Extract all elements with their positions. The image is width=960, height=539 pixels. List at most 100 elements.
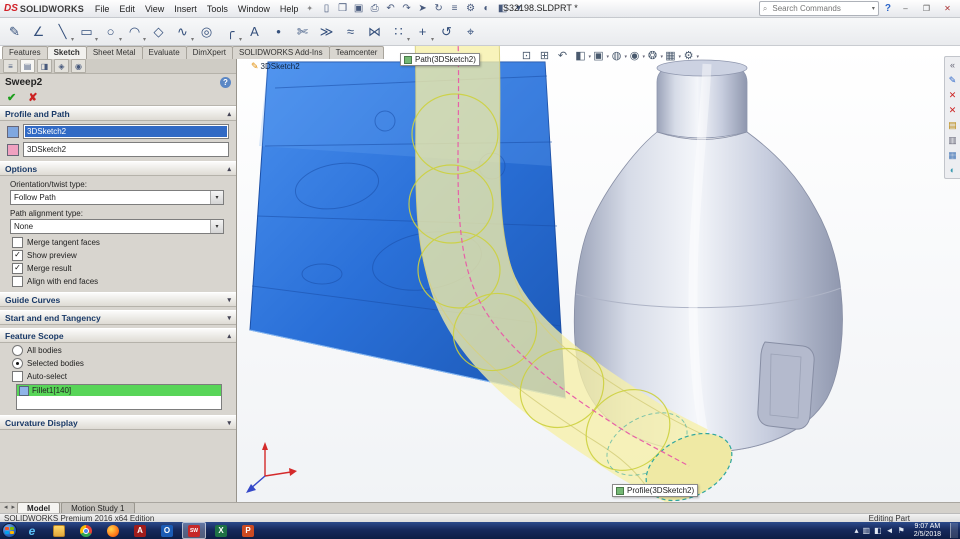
power-tray-icon[interactable]: ▥ bbox=[863, 526, 871, 535]
design-library-icon[interactable]: ▤ bbox=[948, 120, 957, 130]
mirror-entities-icon[interactable]: ⋈ bbox=[363, 20, 386, 43]
appearance-icon[interactable]: ◐ bbox=[479, 2, 494, 16]
radio-dot[interactable] bbox=[12, 358, 23, 369]
view-palette-icon[interactable]: ▦ bbox=[948, 150, 957, 160]
start-button[interactable] bbox=[2, 523, 17, 538]
section-profile-and-path[interactable]: Profile and Path ▴ bbox=[0, 106, 236, 121]
menu-item[interactable]: Insert bbox=[169, 2, 202, 16]
taskbar-firefox[interactable] bbox=[101, 522, 125, 539]
polygon-icon[interactable]: ◇ bbox=[147, 20, 170, 43]
collapse-taskpane-icon[interactable]: « bbox=[950, 60, 955, 70]
path-callout[interactable]: Path(3DSketch2) bbox=[400, 53, 480, 66]
graphics-area[interactable]: ⊡⊞↶◧▣◍◉❂▦⚙ ✎ 3DSketch2 Path(3DSketch2) P… bbox=[237, 46, 960, 502]
menu-item[interactable]: View bbox=[140, 2, 169, 16]
checkbox-box[interactable] bbox=[12, 237, 23, 248]
redo-icon[interactable]: ↷ bbox=[399, 2, 414, 16]
section-start-end-tangency[interactable]: Start and end Tangency ▾ bbox=[0, 310, 236, 325]
selected-bodies-radio[interactable]: Selected bodies bbox=[12, 358, 236, 369]
tab-sheet-metal[interactable]: Sheet Metal bbox=[85, 46, 143, 59]
menu-item[interactable]: File bbox=[90, 2, 115, 16]
search-commands-box[interactable]: ⌕ ▾ bbox=[758, 1, 879, 16]
featuremanager-tab-icon[interactable]: ≡ bbox=[3, 59, 18, 73]
view-settings-icon[interactable]: ⚙ bbox=[682, 49, 699, 62]
section-guide-curves[interactable]: Guide Curves ▾ bbox=[0, 292, 236, 307]
close-button[interactable]: ✕ bbox=[939, 2, 956, 16]
taskbar-explorer[interactable] bbox=[47, 522, 71, 539]
propertymanager-tab-icon[interactable]: ▤ bbox=[20, 59, 35, 73]
linear-pattern-icon[interactable]: ∷ bbox=[387, 20, 410, 44]
show-hidden-icons-icon[interactable]: ▴ bbox=[855, 526, 859, 535]
taskbar-acrobat[interactable]: A bbox=[128, 522, 152, 539]
file-explorer-icon[interactable]: ▥ bbox=[948, 135, 957, 145]
save-icon[interactable]: ▣ bbox=[351, 2, 366, 16]
options-icon[interactable]: ⚙ bbox=[463, 2, 478, 16]
move-entities-icon[interactable]: + bbox=[411, 20, 434, 43]
section-options[interactable]: Options ▴ bbox=[0, 161, 236, 176]
network-tray-icon[interactable]: ◧ bbox=[874, 526, 882, 535]
search-input[interactable] bbox=[770, 3, 869, 14]
help-badge-icon[interactable]: ? bbox=[220, 76, 231, 88]
exit-sketch-icon[interactable]: ✎ bbox=[3, 20, 26, 43]
display-relations-icon[interactable]: ↺ bbox=[435, 20, 458, 43]
volume-tray-icon[interactable]: ◄ bbox=[886, 526, 894, 535]
dimxpertmanager-tab-icon[interactable]: ◈ bbox=[54, 59, 69, 73]
display-style-icon[interactable]: ◍ bbox=[610, 49, 627, 62]
rectangle-icon[interactable]: ▭ bbox=[75, 20, 98, 44]
menu-item[interactable]: Tools bbox=[202, 2, 233, 16]
radio-dot[interactable] bbox=[12, 345, 23, 356]
smart-dimension-icon[interactable]: ∠ bbox=[27, 20, 50, 43]
circle-icon[interactable]: ○ bbox=[99, 20, 122, 43]
convert-entities-icon[interactable]: ≫ bbox=[315, 20, 338, 43]
cancel-sketch-icon[interactable]: ✕ bbox=[949, 105, 957, 115]
text-icon[interactable]: A bbox=[243, 20, 266, 43]
tab-motion-study-1[interactable]: Motion Study 1 bbox=[61, 502, 135, 513]
checkbox-box[interactable] bbox=[12, 276, 23, 287]
taskbar-excel[interactable]: X bbox=[209, 522, 233, 539]
undo-icon[interactable]: ↶ bbox=[383, 2, 398, 16]
maximize-button[interactable]: ❐ bbox=[918, 2, 935, 16]
section-feature-scope[interactable]: Feature Scope ▴ bbox=[0, 328, 236, 343]
taskbar-chrome[interactable] bbox=[74, 522, 98, 539]
tab-sketch[interactable]: Sketch bbox=[46, 46, 87, 59]
tab-model[interactable]: Model bbox=[17, 502, 61, 513]
menu-item[interactable]: Help bbox=[275, 2, 304, 16]
tab-evaluate[interactable]: Evaluate bbox=[141, 46, 187, 59]
tab-scroll-left-icon[interactable]: ◂ bbox=[2, 503, 10, 513]
merge-tangent-faces-checkbox[interactable]: Merge tangent faces bbox=[12, 237, 236, 248]
align-with-end-faces-checkbox[interactable]: Align with end faces bbox=[12, 276, 236, 287]
pin-icon[interactable]: ✦ bbox=[306, 4, 313, 13]
configurationmanager-tab-icon[interactable]: ◨ bbox=[37, 59, 52, 73]
ok-button[interactable]: ✔ bbox=[7, 91, 16, 104]
checkbox-box[interactable] bbox=[12, 263, 23, 274]
tab-teamcenter[interactable]: Teamcenter bbox=[328, 46, 385, 59]
zoom-to-fit-icon[interactable]: ⊡ bbox=[520, 49, 533, 62]
merge-result-checkbox[interactable]: Merge result bbox=[12, 263, 236, 274]
checkbox-box[interactable] bbox=[12, 250, 23, 261]
tab-solidworks-add-ins[interactable]: SOLIDWORKS Add-Ins bbox=[232, 46, 330, 59]
taskbar-outlook[interactable]: O bbox=[155, 522, 179, 539]
new-file-icon[interactable]: ▯ bbox=[319, 2, 334, 16]
rebuild-icon[interactable]: ↻ bbox=[431, 2, 446, 16]
show-preview-checkbox[interactable]: Show preview bbox=[12, 250, 236, 261]
funnel-tab-notch[interactable] bbox=[757, 341, 815, 430]
profile-callout[interactable]: Profile(3DSketch2) bbox=[612, 484, 699, 497]
tab-dimxpert[interactable]: DimXpert bbox=[185, 46, 233, 59]
print-icon[interactable]: ⎙ bbox=[367, 2, 382, 16]
chevron-down-icon[interactable]: ▾ bbox=[210, 220, 223, 233]
orientation-twist-dropdown[interactable]: Follow Path ▾ bbox=[10, 190, 224, 205]
taskbar-internet-explorer[interactable]: e bbox=[20, 522, 44, 539]
select-icon[interactable]: ➤ bbox=[415, 2, 430, 16]
cancel-button[interactable]: ✘ bbox=[28, 91, 37, 104]
checkbox-box[interactable] bbox=[12, 371, 23, 382]
taskbar-clock[interactable]: 9:07 AM 2/5/2018 bbox=[909, 523, 946, 539]
all-bodies-radio[interactable]: All bodies bbox=[12, 345, 236, 356]
open-file-icon[interactable]: ❒ bbox=[335, 2, 350, 16]
offset-entities-icon[interactable]: ≈ bbox=[339, 20, 362, 43]
path-alignment-dropdown[interactable]: None ▾ bbox=[10, 219, 224, 234]
chevron-down-icon[interactable]: ▾ bbox=[210, 191, 223, 204]
feature-scope-body-item[interactable]: Fillet1[140] bbox=[17, 385, 221, 396]
ellipse-icon[interactable]: ◎ bbox=[195, 20, 218, 43]
auto-select-checkbox[interactable]: Auto-select bbox=[12, 371, 236, 382]
3d-model-canvas[interactable] bbox=[237, 46, 960, 502]
cancel-feature-icon[interactable]: ✕ bbox=[949, 90, 957, 100]
